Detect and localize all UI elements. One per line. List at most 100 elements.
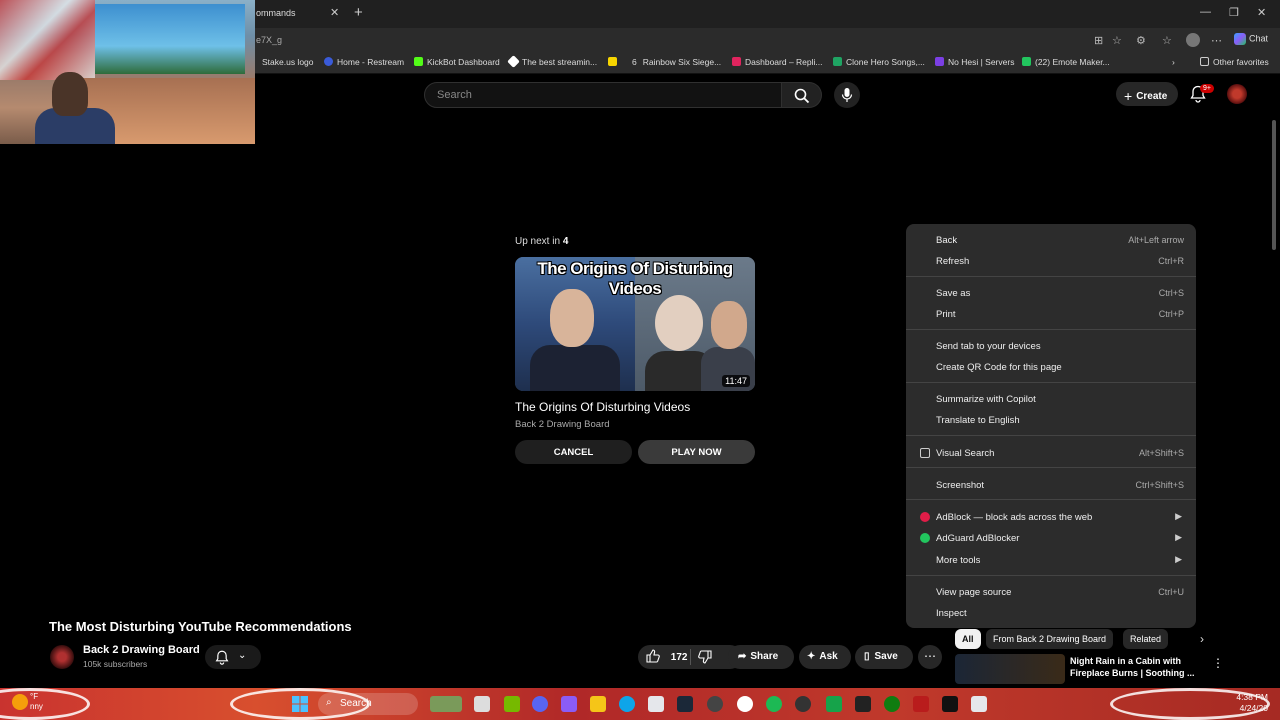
weather-icon[interactable] [12, 694, 28, 710]
discord-icon[interactable] [532, 696, 548, 712]
page-scrollbar[interactable] [1272, 120, 1276, 250]
menu-item-qr-code[interactable]: Create QR Code for this page [906, 357, 1196, 377]
bookmark-item[interactable]: 6 Rainbow Six Siege... [632, 57, 721, 67]
taskbar-widget-icon[interactable] [430, 696, 462, 712]
streaming-icon [507, 55, 520, 68]
new-tab-icon[interactable]: + [354, 4, 363, 21]
menu-item-more-tools[interactable]: More tools ▶ [906, 550, 1196, 570]
bookmarks-chevron-icon[interactable]: › [1172, 57, 1175, 67]
thumbs-down-icon [698, 650, 712, 664]
menu-item-send-tab[interactable]: Send tab to your devices [906, 336, 1196, 356]
other-favorites[interactable]: Other favorites [1200, 57, 1269, 67]
file-explorer-icon[interactable] [590, 696, 606, 712]
windows-start-icon[interactable] [292, 696, 308, 717]
chip-from-channel[interactable]: From Back 2 Drawing Board [986, 629, 1114, 649]
voice-search-button[interactable] [834, 82, 860, 108]
subscriber-count: 105k subscribers [83, 659, 148, 669]
menu-item-print[interactable]: Print Ctrl+P [906, 304, 1196, 324]
dislike-button[interactable] [698, 650, 712, 667]
menu-item-translate[interactable]: Translate to English [906, 410, 1196, 430]
app-b-icon[interactable] [826, 696, 842, 712]
app-pen-icon[interactable] [855, 696, 871, 712]
spotify-icon[interactable] [766, 696, 782, 712]
menu-item-refresh[interactable]: Refresh Ctrl+R [906, 251, 1196, 271]
menu-item-save-as[interactable]: Save as Ctrl+S [906, 283, 1196, 303]
share-button[interactable]: ➦ Share [728, 645, 794, 669]
bookmark-item[interactable] [608, 57, 621, 67]
cancel-button[interactable]: CANCEL [515, 440, 632, 464]
clock[interactable]: 4:38 PM 4/24/20 [1228, 692, 1268, 714]
chip-related[interactable]: Related [1123, 629, 1169, 649]
play-now-button[interactable]: PLAY NOW [638, 440, 755, 464]
upnext-title[interactable]: The Origins Of Disturbing Videos [515, 400, 690, 414]
account-avatar[interactable] [1227, 84, 1247, 104]
chips-next-icon[interactable]: › [1200, 632, 1204, 646]
chat-label: Chat [1249, 33, 1269, 44]
favorite-star-icon[interactable]: ☆ [1112, 34, 1122, 47]
search-placeholder: Search [437, 89, 472, 101]
bookmark-item[interactable]: Dashboard – Repli... [732, 57, 823, 67]
app-p-icon[interactable] [913, 696, 929, 712]
subscription-bell-button[interactable]: ⌄ [205, 645, 261, 669]
4k-icon[interactable] [795, 696, 811, 712]
more-actions-icon[interactable]: ⋯ [918, 645, 942, 669]
folder-icon [1200, 57, 1209, 66]
recommendation-more-icon[interactable]: ⋮ [1212, 656, 1224, 670]
menu-item-screenshot[interactable]: Screenshot Ctrl+Shift+S [906, 475, 1196, 495]
favorites-icon[interactable]: ☆ [1162, 34, 1172, 47]
edge-icon[interactable] [619, 696, 635, 712]
maximize-icon[interactable]: ❐ [1229, 6, 1239, 19]
bookmark-item[interactable]: No Hesi | Servers [935, 57, 1014, 67]
snapchat-icon [608, 57, 617, 66]
menu-item-adblock[interactable]: AdBlock — block ads across the web ▶ [906, 507, 1196, 527]
chip-all[interactable]: All [955, 629, 981, 649]
steam-icon[interactable] [677, 696, 693, 712]
bookmark-item[interactable]: (22) Emote Maker... [1022, 57, 1110, 67]
extensions-icon[interactable]: ⚙ [1136, 34, 1146, 47]
recommendation-thumbnail[interactable] [955, 654, 1065, 684]
weather-widget[interactable]: °F nny [30, 692, 43, 712]
obs-icon[interactable] [707, 696, 723, 712]
menu-item-back[interactable]: Back Alt+Left arrow [906, 230, 1196, 250]
epic-games-icon[interactable] [942, 696, 958, 712]
minimize-icon[interactable]: — [1200, 6, 1211, 18]
menu-item-adguard[interactable]: AdGuard AdBlocker ▶ [906, 528, 1196, 548]
bookmark-item[interactable]: The best streamin... [507, 55, 597, 68]
bookmark-item[interactable]: Home - Restream [324, 57, 404, 67]
save-button[interactable]: ▯ Save [855, 645, 913, 669]
taskbar-search[interactable]: Search [318, 693, 418, 715]
search-input[interactable]: Search [424, 82, 782, 108]
search-button[interactable] [782, 82, 822, 108]
channel-name[interactable]: Back 2 Drawing Board [83, 644, 200, 656]
app-window-icon[interactable] [971, 696, 987, 712]
create-label: Create [1136, 91, 1168, 102]
task-view-icon[interactable] [474, 696, 490, 712]
xbox-icon[interactable] [884, 696, 900, 712]
menu-item-summarize[interactable]: Summarize with Copilot [906, 389, 1196, 409]
thumbs-up-icon [646, 649, 660, 663]
store-icon[interactable] [648, 696, 664, 712]
close-tab-icon[interactable]: ✕ [330, 6, 339, 19]
menu-item-inspect[interactable]: Inspect [906, 603, 1196, 623]
url-text[interactable]: e7X_g [256, 35, 282, 45]
copilot-chat-button[interactable]: Chat [1234, 33, 1268, 45]
nvidia-icon[interactable] [504, 696, 520, 712]
window-close-icon[interactable]: ✕ [1257, 6, 1266, 19]
upnext-thumbnail[interactable]: The Origins Of Disturbing Videos 11:47 [515, 257, 755, 391]
more-options-icon[interactable]: ⋯ [1211, 34, 1222, 47]
menu-item-view-source[interactable]: View page source Ctrl+U [906, 582, 1196, 602]
like-button[interactable]: 172 [646, 649, 687, 663]
bookmark-item[interactable]: Stake.us logo [262, 57, 314, 67]
settings-gear-icon[interactable] [737, 696, 753, 712]
bookmark-item[interactable]: Clone Hero Songs,... [833, 57, 925, 67]
create-button[interactable]: + Create [1116, 82, 1178, 106]
split-screen-icon[interactable]: ⊞ [1094, 34, 1103, 47]
bookmark-item[interactable]: KickBot Dashboard [414, 57, 500, 67]
profile-avatar[interactable] [1186, 33, 1200, 47]
kickbot-icon [414, 57, 423, 66]
menu-item-visual-search[interactable]: Visual Search Alt+Shift+S [906, 443, 1196, 463]
channel-avatar[interactable] [50, 645, 74, 669]
copilot-taskbar-icon[interactable] [561, 696, 577, 712]
ask-button[interactable]: ✦ Ask [799, 645, 851, 669]
recommendation-title[interactable]: Night Rain in a Cabin with Fireplace Bur… [1070, 655, 1200, 679]
